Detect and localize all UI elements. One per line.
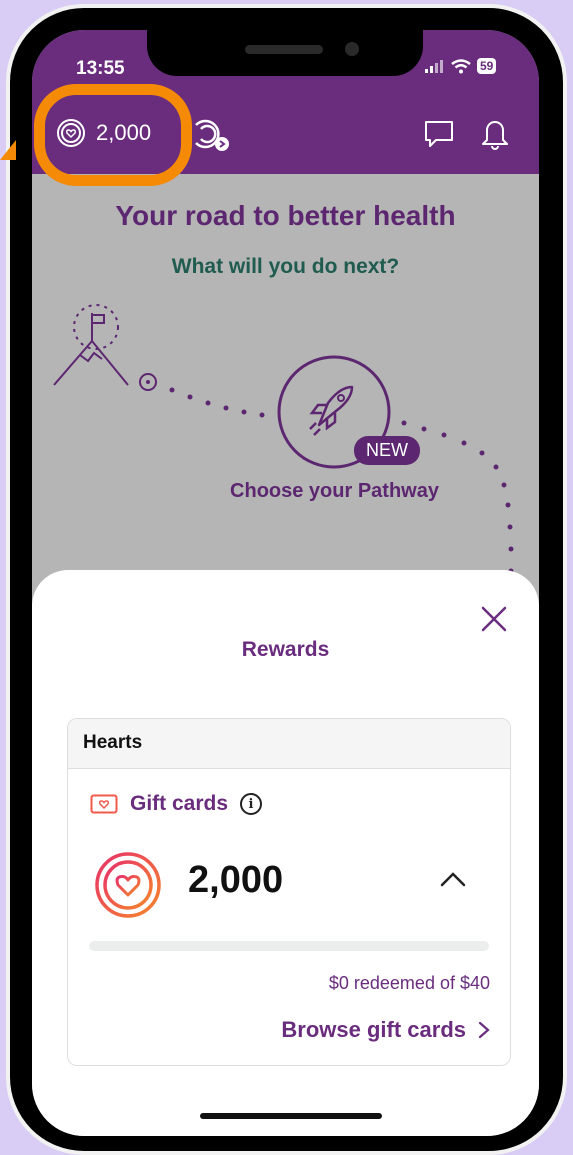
bell-icon[interactable] [480, 116, 510, 150]
streak-icon[interactable] [190, 117, 230, 153]
new-badge: NEW [354, 436, 420, 465]
sheet-title: Rewards [241, 638, 330, 661]
battery-indicator: 59 [477, 58, 497, 74]
redeemed-text: $0 redeemed of $40 [328, 973, 490, 993]
redeem-progress-bar [89, 941, 489, 951]
rewards-sheet: Rewards Hearts Gift cards i 2,000 $0 red… [32, 570, 539, 1136]
page-subtitle: What will you do next? [171, 255, 400, 278]
chevron-right-icon [478, 1021, 490, 1039]
pathway-illustration [53, 304, 514, 574]
wifi-icon [451, 58, 471, 73]
heart-coin-icon [95, 852, 161, 918]
status-time: 13:55 [76, 58, 125, 79]
hearts-balance: 2,000 [188, 859, 284, 901]
mountain-flag-icon [53, 304, 157, 391]
card-header: Hearts [68, 719, 510, 769]
gift-cards-label: Gift cards [130, 792, 229, 815]
phone-notch [147, 30, 423, 76]
gift-cards-row: Gift cards i [90, 792, 263, 816]
pathway-label[interactable]: Choose your Pathway [182, 480, 487, 503]
app-screen: 13:55 59 2,000 Your road to better healt… [32, 30, 539, 1136]
close-icon[interactable] [481, 606, 507, 632]
page-title: Your road to better health [115, 200, 456, 231]
chevron-up-icon[interactable] [440, 871, 466, 887]
pointer-arrow [0, 140, 16, 160]
info-icon[interactable]: i [240, 793, 263, 815]
hearts-card: Hearts Gift cards i 2,000 $0 redeemed of… [67, 718, 511, 1066]
gift-card-icon [90, 794, 118, 814]
status-icons: 59 [425, 58, 497, 74]
message-icon[interactable] [423, 119, 455, 149]
signal-icon [425, 60, 443, 73]
home-indicator[interactable] [200, 1113, 382, 1119]
browse-label: Browse gift cards [281, 1017, 466, 1042]
browse-gift-cards-link[interactable]: Browse gift cards [281, 1017, 490, 1043]
highlight-ring [34, 84, 192, 186]
